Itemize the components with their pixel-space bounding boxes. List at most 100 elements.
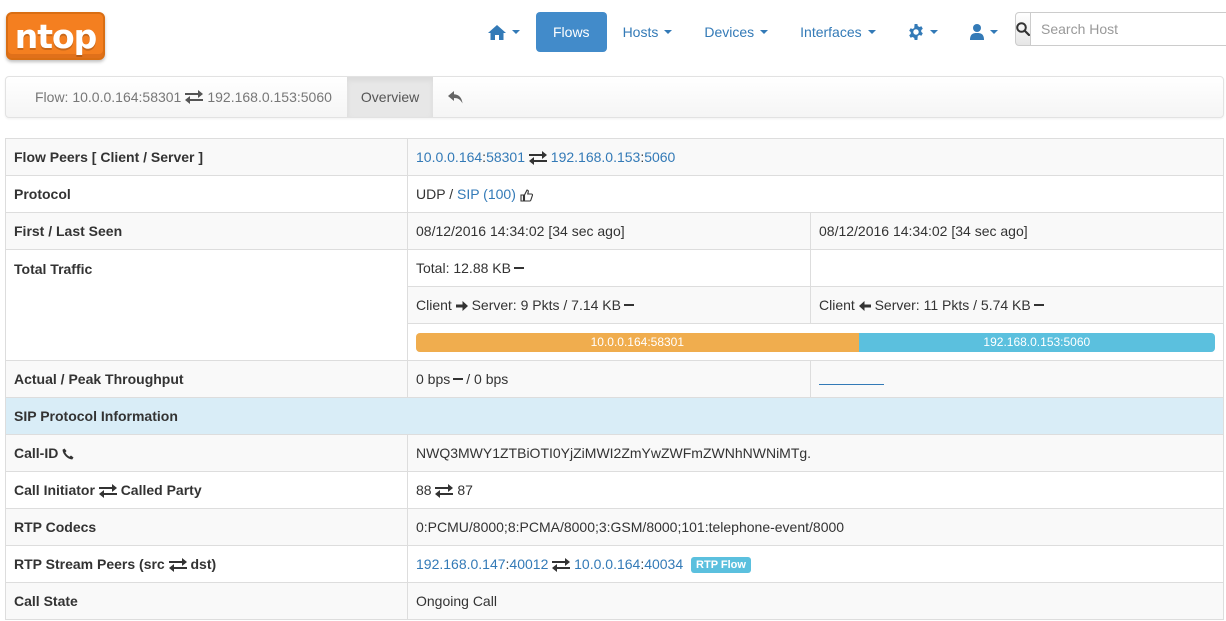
flow-subnav: Flow: 10.0.0.164:58301 192.168.0.153:506…: [5, 76, 1224, 118]
srv2cli-prefix: Client: [819, 297, 859, 313]
client-ip-link[interactable]: 10.0.0.164: [416, 149, 482, 165]
server-traffic-segment: 192.168.0.153:5060: [858, 332, 1215, 352]
nav-hosts[interactable]: Hosts: [607, 12, 689, 52]
srv2cli-value: Client Server: 11 Pkts / 5.74 KB: [810, 286, 1224, 324]
table-row: Flow Peers [ Client / Server ] 10.0.0.16…: [5, 138, 1224, 176]
search-input[interactable]: [1031, 12, 1226, 46]
flow-title-client: 10.0.0.164:58301: [72, 89, 182, 105]
rtp-dst-ip-link[interactable]: 10.0.0.164: [574, 556, 640, 572]
home-menu[interactable]: [472, 12, 536, 52]
nav-hosts-label: Hosts: [622, 24, 659, 40]
nav-devices-label: Devices: [704, 24, 755, 40]
arrow-right-icon: [455, 301, 468, 312]
initiator-value: 88 87: [407, 471, 1224, 509]
throughput-actual: 0 bps: [416, 371, 451, 387]
search-icon: [1016, 22, 1030, 36]
call-state-value: Ongoing Call: [407, 582, 1224, 620]
settings-menu[interactable]: [892, 12, 954, 52]
exchange-icon: [528, 151, 547, 166]
arrow-left-icon: [858, 301, 871, 312]
table-row: First / Last Seen 08/12/2016 14:34:02 [3…: [5, 212, 1224, 250]
exchange-icon: [98, 484, 117, 499]
chevron-down-icon: [867, 30, 876, 34]
call-id-label: Call-ID: [5, 434, 408, 472]
call-id-value: NWQ3MWY1ZTBiOTI0YjZiMWI2ZmYwZWFmZWNhNWNi…: [407, 434, 1224, 472]
back-button[interactable]: [433, 77, 478, 117]
flow-title: Flow: 10.0.0.164:58301 192.168.0.153:506…: [6, 77, 347, 117]
srv2cli-text: Server: 11 Pkts / 5.74 KB: [870, 297, 1031, 313]
rtp-dst-port-link[interactable]: 40034: [644, 556, 683, 572]
chevron-down-icon: [989, 30, 998, 34]
table-row: Total Traffic Total: 12.88 KB: [5, 249, 1224, 361]
exchange-icon: [168, 558, 187, 573]
minus-icon: [623, 304, 634, 307]
flow-peers-label: Flow Peers [ Client / Server ]: [5, 138, 408, 176]
tab-overview[interactable]: Overview: [346, 77, 434, 117]
flow-title-prefix: Flow:: [35, 89, 69, 105]
cli2srv-value: Client Server: 9 Pkts / 7.14 KB: [407, 286, 811, 324]
gear-icon: [908, 24, 923, 40]
empty-cell: [810, 249, 1224, 287]
table-row: RTP Stream Peers (src dst) 192.168.0.147…: [5, 545, 1224, 583]
table-row: Protocol UDP / SIP (100): [5, 175, 1224, 213]
cli2srv-prefix: Client: [416, 297, 456, 313]
minus-icon: [453, 378, 464, 381]
initiator-label-a: Call Initiator: [14, 481, 95, 498]
rtp-src-ip-link[interactable]: 192.168.0.147: [416, 556, 506, 572]
thumbs-up-icon: [520, 189, 533, 202]
table-row: RTP Codecs 0:PCMU/8000;8:PCMA/8000;3:GSM…: [5, 508, 1224, 546]
call-id-label-text: Call-ID: [14, 445, 59, 461]
chevron-down-icon: [512, 30, 520, 34]
codecs-label: RTP Codecs: [5, 508, 408, 546]
minus-icon: [1033, 304, 1044, 307]
table-row: Call State Ongoing Call: [5, 582, 1224, 620]
table-row: SIP Protocol Information: [5, 397, 1224, 435]
flow-details-table: Flow Peers [ Client / Server ] 10.0.0.16…: [5, 138, 1224, 620]
table-row: Call-ID NWQ3MWY1ZTBiOTI0YjZiMWI2ZmYwZWFm…: [5, 434, 1224, 472]
codecs-value: 0:PCMU/8000;8:PCMA/8000;3:GSM/8000;101:t…: [407, 508, 1224, 546]
reply-icon: [448, 90, 463, 103]
rtp-peers-label-b: dst): [190, 555, 217, 572]
initiator-to: 87: [457, 481, 473, 498]
exchange-icon: [435, 484, 454, 499]
exchange-icon: [185, 90, 204, 104]
call-state-label: Call State: [5, 582, 408, 620]
rtp-peers-value: 192.168.0.147:40012 10.0.0.164:40034 RTP…: [407, 545, 1224, 583]
l4-protocol: UDP /: [416, 186, 457, 202]
main-nav: Flows Hosts Devices Interfaces: [472, 12, 1014, 52]
nav-interfaces[interactable]: Interfaces: [784, 12, 891, 52]
flow-peers-value: 10.0.0.164:58301 192.168.0.153:5060: [407, 138, 1224, 176]
user-menu[interactable]: [954, 12, 1014, 52]
rtp-peers-label-a: RTP Stream Peers (src: [14, 555, 165, 572]
home-icon: [488, 24, 506, 40]
throughput-sparkline: [819, 383, 884, 385]
last-seen-value: 08/12/2016 14:34:02 [34 sec ago]: [810, 212, 1224, 250]
chevron-down-icon: [929, 30, 938, 34]
chevron-down-icon: [664, 30, 673, 34]
initiator-label: Call Initiator Called Party: [5, 471, 408, 509]
search-button[interactable]: [1015, 12, 1031, 46]
nav-interfaces-label: Interfaces: [800, 24, 862, 40]
initiator-from: 88: [416, 481, 432, 498]
ntop-logo[interactable]: ntop: [6, 12, 105, 60]
throughput-sparkline-cell: [810, 360, 1224, 398]
total-traffic-value: Total: 12.88 KB: [407, 249, 811, 287]
client-traffic-segment: 10.0.0.164:58301: [416, 332, 859, 352]
server-port-link[interactable]: 5060: [644, 149, 675, 165]
client-port-link[interactable]: 58301: [486, 149, 525, 165]
server-ip-link[interactable]: 192.168.0.153: [551, 149, 641, 165]
total-traffic-label: Total Traffic: [5, 249, 408, 361]
nav-flows[interactable]: Flows: [536, 12, 607, 52]
rtp-flow-badge[interactable]: RTP Flow: [691, 556, 751, 573]
throughput-peak: / 0 bps: [466, 371, 509, 387]
nav-devices[interactable]: Devices: [688, 12, 784, 52]
first-seen-value: 08/12/2016 14:34:02 [34 sec ago]: [407, 212, 811, 250]
l7-protocol-link[interactable]: SIP (100): [457, 186, 516, 202]
throughput-value: 0 bps / 0 bps: [407, 360, 811, 398]
phone-icon: [62, 448, 74, 460]
table-row: Actual / Peak Throughput 0 bps / 0 bps: [5, 360, 1224, 398]
traffic-split-bar: 10.0.0.164:58301 192.168.0.153:5060: [416, 332, 1215, 352]
host-search: [1015, 12, 1226, 46]
flow-title-server: 192.168.0.153:5060: [207, 89, 332, 105]
rtp-src-port-link[interactable]: 40012: [509, 556, 548, 572]
